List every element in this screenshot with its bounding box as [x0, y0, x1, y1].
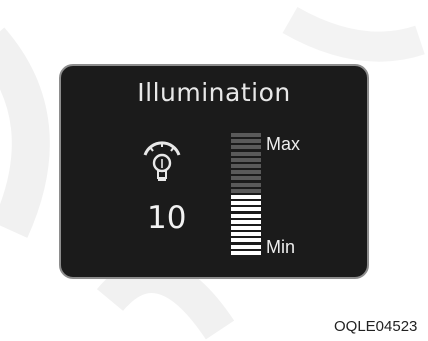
level-segment-lit — [231, 244, 261, 249]
level-segment-unlit — [231, 170, 261, 175]
level-segment-unlit — [231, 188, 261, 193]
level-segment-lit — [231, 213, 261, 218]
panel-title: Illumination — [137, 78, 291, 107]
level-segment-lit — [231, 195, 261, 199]
illumination-level-bar — [231, 132, 261, 256]
illumination-panel: Illumination 10 Max Min — [59, 64, 369, 279]
level-segment-unlit — [231, 139, 261, 144]
illumination-bulb-icon — [143, 141, 181, 181]
level-segment-unlit — [231, 176, 261, 181]
level-segment-lit — [231, 219, 261, 224]
level-segment-lit — [231, 232, 261, 237]
level-segment-lit — [231, 238, 261, 243]
level-segment-unlit — [231, 145, 261, 150]
level-segment-lit — [231, 226, 261, 230]
min-label: Min — [266, 237, 296, 257]
level-segment-unlit — [231, 164, 261, 168]
level-segment-unlit — [231, 151, 261, 156]
level-segment-unlit — [231, 157, 261, 162]
level-segment-unlit — [231, 182, 261, 187]
level-segment-lit — [231, 250, 261, 255]
level-segment-lit — [231, 201, 261, 206]
max-label: Max — [266, 134, 301, 154]
illumination-level-value: 10 — [147, 200, 187, 236]
level-segment-lit — [231, 207, 261, 212]
level-segment-unlit — [231, 133, 261, 137]
figure-code: OQLE04523 — [334, 318, 418, 335]
